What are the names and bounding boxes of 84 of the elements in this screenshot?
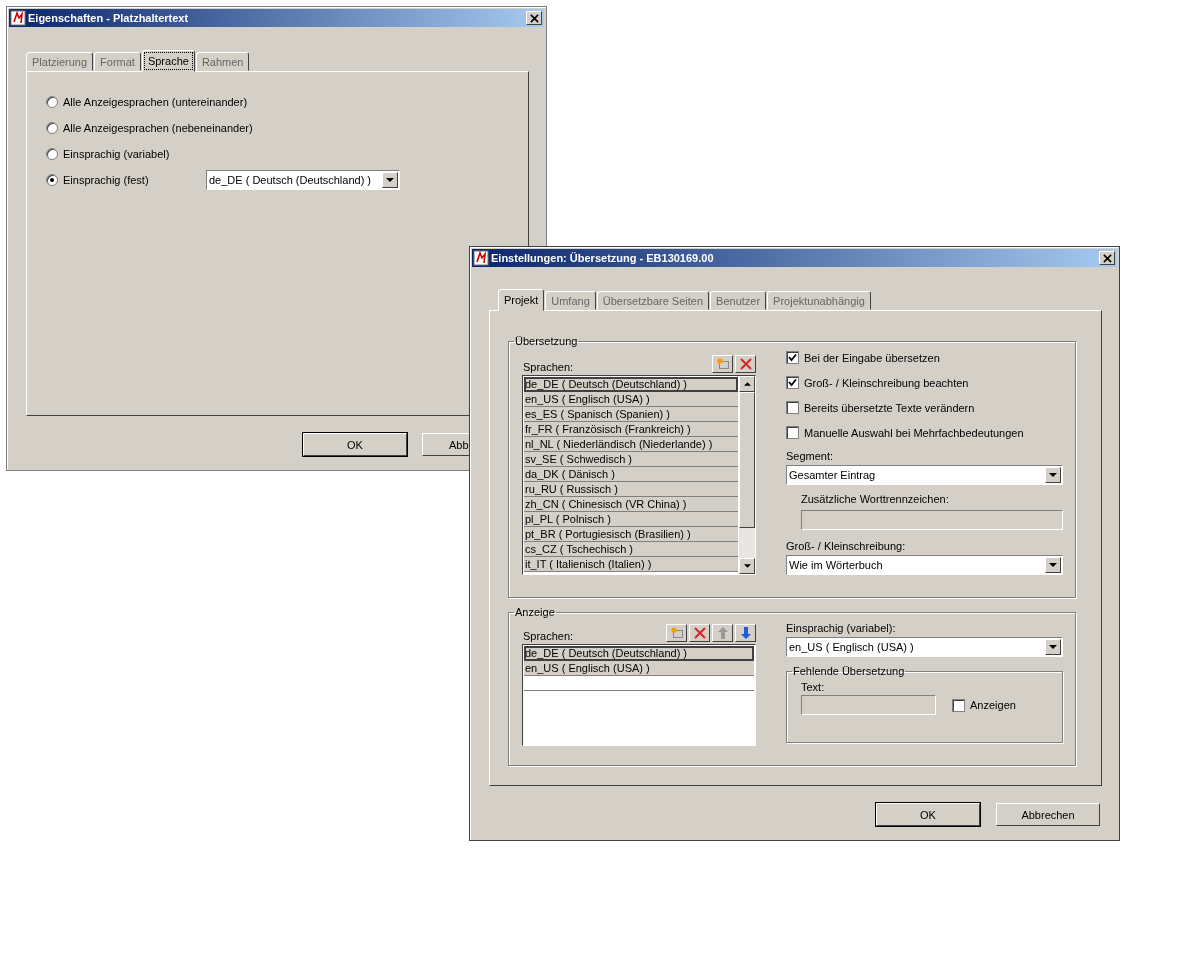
language-dropdown[interactable]: en_US ( Englisch (USA) ) <box>786 637 1063 657</box>
language-list[interactable] <box>522 375 756 575</box>
field-label: Text: <box>801 681 826 693</box>
close-button[interactable] <box>526 11 542 25</box>
list-item[interactable]: fr_FR ( Französisch (Frankreich) ) <box>524 422 738 437</box>
move-up-button[interactable] <box>712 624 733 642</box>
checkbox[interactable] <box>786 401 799 414</box>
radio-button[interactable] <box>46 96 58 108</box>
list-item[interactable]: it_IT ( Italienisch (Italien) ) <box>524 557 738 572</box>
checkbox-label: Groß- / Kleinschreibung beachten <box>804 376 969 389</box>
add-button[interactable] <box>712 355 733 373</box>
tab[interactable]: Sprache <box>141 50 195 72</box>
radio-label: Einsprachig (fest) <box>63 174 150 186</box>
new-item-icon <box>715 357 730 371</box>
close-icon <box>1102 253 1112 263</box>
new-item-icon <box>669 626 684 640</box>
tab[interactable]: Benutzer <box>710 291 767 310</box>
radio-label: Einsprachig (variabel) <box>63 148 171 160</box>
group-title: Übersetzung <box>514 335 579 347</box>
group-title: Fehlende Übersetzung <box>792 665 906 677</box>
dialog-button[interactable]: OK <box>876 803 980 826</box>
radio-button[interactable] <box>46 122 58 134</box>
checkbox-label: Anzeigen <box>970 699 1016 711</box>
tab[interactable]: Projektunabhängig <box>767 291 871 310</box>
list-item[interactable]: en_US ( Englisch (USA) ) <box>524 661 754 676</box>
add-button[interactable] <box>666 624 687 642</box>
delete-button[interactable] <box>735 355 756 373</box>
checkbox[interactable] <box>952 698 965 712</box>
field-label: Einsprachig (variabel): <box>786 622 897 634</box>
list-item[interactable]: cs_CZ ( Tschechisch ) <box>524 542 738 557</box>
field-label: Sprachen: <box>523 630 574 642</box>
radio-label: Alle Anzeigesprachen (nebeneinander) <box>63 122 253 134</box>
tab[interactable]: Projekt <box>498 289 545 311</box>
tab[interactable]: Platzierung <box>26 52 94 71</box>
input-field[interactable] <box>801 695 936 715</box>
close-icon <box>529 13 539 23</box>
list-item[interactable]: nl_NL ( Niederländisch (Niederlande) ) <box>524 437 738 452</box>
list-item[interactable]: en_US ( Englisch (USA) ) <box>524 392 738 407</box>
checkbox-label: Bei der Eingabe übersetzen <box>804 351 940 364</box>
delete-icon <box>738 357 753 371</box>
field-label: Zusätzliche Worttrennzeichen: <box>801 493 950 505</box>
scroll-down-icon <box>743 564 751 568</box>
language-list[interactable]: de_DE ( Deutsch (Deutschland) ) en_US ( Englisch (USA) ) <box>522 644 756 746</box>
window-title: Einstellungen: Übersetzung - EB130169.00 <box>491 252 715 264</box>
list-item[interactable]: de_DE ( Deutsch (Deutschland) ) <box>524 646 754 661</box>
language-dropdown[interactable]: de_DE ( Deutsch (Deutschland) ) <box>206 170 400 190</box>
input-field[interactable] <box>801 510 1063 530</box>
move-down-button[interactable] <box>735 624 756 642</box>
checkbox-label: Bereits übersetzte Texte verändern <box>804 401 975 414</box>
scroll-up-icon <box>743 382 751 386</box>
tab[interactable]: Übersetzbare Seiten <box>596 291 710 310</box>
list-item[interactable]: zh_CN ( Chinesisch (VR China) ) <box>524 497 738 512</box>
app-icon <box>10 10 26 26</box>
checkbox-label: Manuelle Auswahl bei Mehrfachbedeutungen <box>804 426 1024 439</box>
list-item[interactable]: da_DK ( Dänisch ) <box>524 467 738 482</box>
list-item[interactable]: ru_RU ( Russisch ) <box>524 482 738 497</box>
radio-label: Alle Anzeigesprachen (untereinander) <box>63 96 248 108</box>
list-item[interactable]: pl_PL ( Polnisch ) <box>524 512 738 527</box>
radio-button[interactable] <box>46 148 58 160</box>
app-icon <box>473 250 489 266</box>
list-item[interactable]: es_ES ( Spanisch (Spanien) ) <box>524 407 738 422</box>
checkbox[interactable] <box>786 426 799 439</box>
list-item[interactable]: de_DE ( Deutsch (Deutschland) ) <box>524 377 738 392</box>
tab[interactable]: Format <box>94 52 141 71</box>
field-label: Sprachen: <box>523 361 574 373</box>
checkbox[interactable] <box>786 351 799 364</box>
dialog-button[interactable]: Abbrechen <box>996 803 1100 826</box>
dialog-button[interactable]: OK <box>303 433 407 456</box>
list-item[interactable]: sv_SE ( Schwedisch ) <box>524 452 738 467</box>
case-dropdown[interactable]: Wie im Wörterbuch <box>786 555 1063 575</box>
radio-button[interactable] <box>46 174 58 186</box>
group-title: Anzeige <box>514 606 556 618</box>
delete-button[interactable] <box>689 624 710 642</box>
field-label: Groß- / Kleinschreibung: <box>786 540 907 552</box>
delete-icon <box>692 626 707 640</box>
field-label: Segment: <box>786 450 835 462</box>
window-title: Eigenschaften - Platzhaltertext <box>28 12 190 24</box>
checkbox[interactable] <box>786 376 799 389</box>
segment-dropdown[interactable]: Gesamter Eintrag <box>786 465 1063 485</box>
list-item[interactable]: pt_BR ( Portugiesisch (Brasilien) ) <box>524 527 738 542</box>
tab[interactable]: Umfang <box>545 291 596 310</box>
close-button[interactable] <box>1099 251 1115 265</box>
scrollbar[interactable] <box>739 376 755 574</box>
tab[interactable]: Rahmen <box>195 52 250 71</box>
